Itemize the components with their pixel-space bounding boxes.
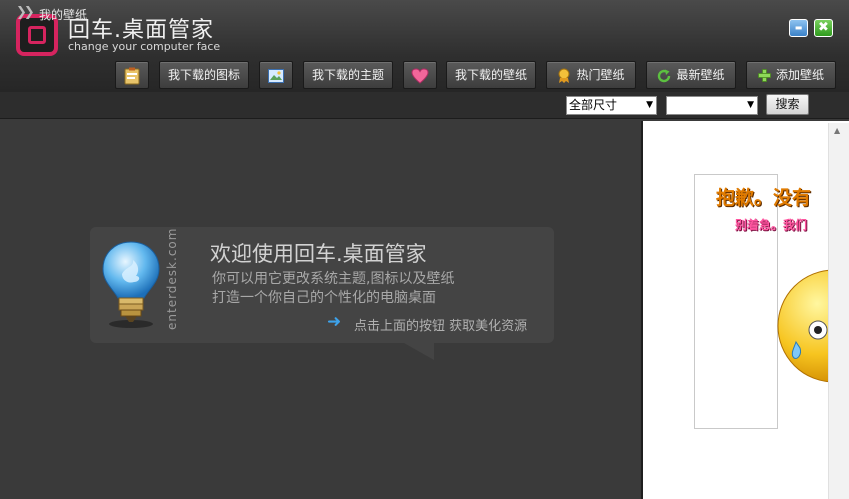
wallpaper-icon-button[interactable]: [403, 61, 437, 89]
themes-icon-button[interactable]: [259, 61, 293, 89]
hot-wallpapers-label: 热门壁纸: [576, 68, 625, 82]
icons-icon-button[interactable]: [115, 61, 149, 89]
brand-url: enterdesk.com: [165, 227, 179, 330]
minimize-button[interactable]: ▬: [789, 19, 808, 37]
chevron-down-icon: ▼: [747, 100, 754, 110]
size-select-value: 全部尺寸: [569, 98, 618, 112]
heart-icon: [411, 67, 429, 84]
error-subtitle: 别着急。我们: [735, 218, 808, 232]
my-icons-button[interactable]: 我下载的图标: [159, 61, 249, 89]
my-themes-button[interactable]: 我下载的主题: [303, 61, 393, 89]
add-wallpaper-button[interactable]: 添加壁纸: [746, 61, 836, 89]
clipboard-icon: [124, 67, 140, 84]
breadcrumb[interactable]: 我的壁纸: [39, 6, 87, 23]
search-button[interactable]: 搜索: [766, 94, 809, 115]
add-wallpaper-label: 添加壁纸: [775, 68, 824, 82]
welcome-title: 欢迎使用回车.桌面管家: [210, 242, 427, 266]
image-edit-icon: [268, 68, 284, 83]
plus-icon: [758, 69, 771, 82]
chevron-down-icon: ▼: [646, 100, 653, 110]
lightbulb-icon: [102, 241, 160, 328]
double-chevron-icon: ❯❯: [16, 5, 35, 20]
new-wallpapers-label: 最新壁纸: [676, 68, 725, 82]
preview-image-frame: [694, 174, 778, 429]
refresh-icon: [658, 69, 671, 82]
welcome-line-1: 你可以用它更改系统主题,图标以及壁纸: [212, 271, 455, 287]
category-select[interactable]: ▼: [666, 96, 758, 115]
size-select[interactable]: 全部尺寸 ▼: [566, 96, 657, 115]
award-icon: [558, 68, 570, 83]
welcome-card-tail: [404, 343, 434, 360]
my-wallpapers-button[interactable]: 我下载的壁纸: [446, 61, 536, 89]
close-button[interactable]: ✖: [814, 19, 833, 37]
scroll-up-icon[interactable]: ▲: [834, 126, 840, 135]
app-subtitle: change your computer face: [68, 40, 221, 53]
welcome-hint: 点击上面的按钮 获取美化资源: [354, 319, 528, 334]
hot-wallpapers-button[interactable]: 热门壁纸: [546, 61, 636, 89]
preview-scrollbar[interactable]: [828, 123, 849, 499]
welcome-line-2: 打造一个你自己的个性化的电脑桌面: [212, 290, 436, 306]
arrow-right-icon: ➜: [327, 312, 342, 332]
error-title: 抱歉。没有: [716, 187, 812, 209]
crying-face-icon: [777, 269, 836, 383]
new-wallpapers-button[interactable]: 最新壁纸: [646, 61, 736, 89]
